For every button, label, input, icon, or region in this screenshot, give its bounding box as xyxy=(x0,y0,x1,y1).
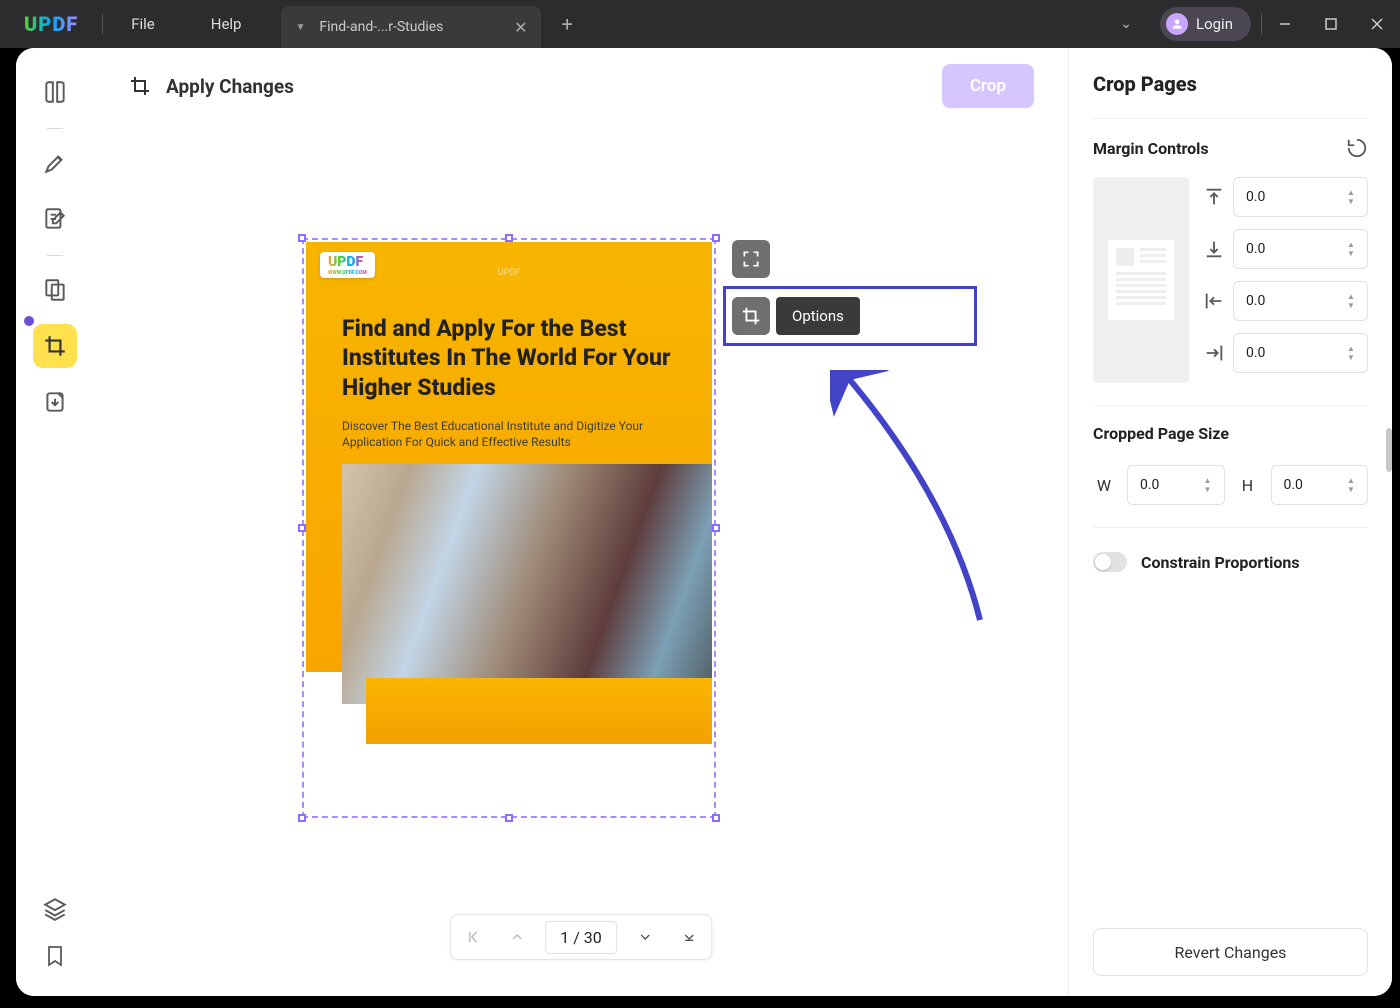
login-button[interactable]: Login xyxy=(1160,7,1251,41)
crop-button[interactable]: Crop xyxy=(942,64,1034,108)
crop-handle-b[interactable] xyxy=(505,814,513,822)
width-label: W xyxy=(1093,476,1115,495)
separator xyxy=(1093,527,1368,528)
first-page-button[interactable] xyxy=(451,914,495,960)
height-input[interactable]: 0.0▲▼ xyxy=(1271,465,1369,505)
crop-handle-tr[interactable] xyxy=(712,234,720,242)
crop-handle-br[interactable] xyxy=(712,814,720,822)
total-pages: 30 xyxy=(584,928,602,947)
margin-left-input[interactable]: 0.0▲▼ xyxy=(1233,281,1368,321)
doc-logo: UPDF WWW.UPDF.COM xyxy=(320,252,375,278)
margin-preview xyxy=(1093,177,1189,383)
window-close-icon[interactable] xyxy=(1354,0,1400,48)
margin-right-icon xyxy=(1203,342,1225,364)
crop-handle-tl[interactable] xyxy=(298,234,306,242)
cropped-size-label: Cropped Page Size xyxy=(1093,424,1368,443)
crop-options-button[interactable] xyxy=(732,297,770,335)
window-minimize-icon[interactable] xyxy=(1262,0,1308,48)
avatar-icon xyxy=(1166,13,1188,35)
edit-tool[interactable] xyxy=(33,197,77,241)
bookmark-icon[interactable] xyxy=(43,944,67,972)
last-page-button[interactable] xyxy=(667,914,711,960)
doc-brand-watermark: UPDF xyxy=(498,268,520,278)
margin-top-input[interactable]: 0.0▲▼ xyxy=(1233,177,1368,217)
tab-dropdown-icon[interactable]: ▼ xyxy=(295,22,305,33)
separator xyxy=(47,128,63,129)
current-page: 1 xyxy=(560,928,569,947)
constrain-proportions-toggle[interactable] xyxy=(1093,552,1127,572)
page-tool[interactable] xyxy=(33,380,77,424)
layers-icon[interactable] xyxy=(42,896,68,926)
tab-close-icon[interactable]: ✕ xyxy=(514,18,527,37)
margin-bottom-icon xyxy=(1203,238,1225,260)
left-toolbar xyxy=(16,48,94,996)
next-page-button[interactable] xyxy=(623,914,667,960)
document-page: UPDF WWW.UPDF.COM UPDF Find and Apply Fo… xyxy=(306,242,712,814)
doc-hero-image xyxy=(342,464,712,704)
margin-right-input[interactable]: 0.0▲▼ xyxy=(1233,333,1368,373)
options-tooltip: Options xyxy=(776,297,860,335)
page-navigator: 1 / 30 xyxy=(450,914,712,960)
height-label: H xyxy=(1237,476,1259,495)
doc-subtitle: Discover The Best Educational Institute … xyxy=(342,418,662,450)
constrain-label: Constrain Proportions xyxy=(1141,553,1300,572)
width-input[interactable]: 0.0▲▼ xyxy=(1127,465,1225,505)
highlight-tool[interactable] xyxy=(33,141,77,185)
new-tab-button[interactable]: + xyxy=(541,12,592,36)
window-menu-chevron-icon[interactable]: ⌄ xyxy=(1102,16,1150,32)
app-logo: UPDF xyxy=(0,12,102,36)
page-number-display[interactable]: 1 / 30 xyxy=(545,921,617,954)
crop-handle-r[interactable] xyxy=(712,524,720,532)
separator xyxy=(1093,405,1368,406)
menu-file[interactable]: File xyxy=(103,15,183,33)
fullscreen-button[interactable] xyxy=(732,240,770,278)
crop-pages-panel: Crop Pages Margin Controls 0.0▲▼ xyxy=(1068,48,1392,996)
annotation-arrow xyxy=(830,370,1000,630)
panel-scrollbar[interactable] xyxy=(1384,48,1392,996)
crop-selection[interactable]: UPDF WWW.UPDF.COM UPDF Find and Apply Fo… xyxy=(302,238,716,818)
separator xyxy=(47,255,63,256)
crop-tool[interactable] xyxy=(33,324,77,368)
crop-handle-bl[interactable] xyxy=(298,814,306,822)
menu-help[interactable]: Help xyxy=(183,15,270,33)
crop-header-icon xyxy=(128,74,152,98)
login-label: Login xyxy=(1196,15,1233,33)
document-tab[interactable]: ▼ Find-and-...r-Studies ✕ xyxy=(281,6,541,48)
prev-page-button[interactable] xyxy=(495,914,539,960)
margin-bottom-input[interactable]: 0.0▲▼ xyxy=(1233,229,1368,269)
main-canvas-area: Apply Changes Crop UPDF WWW.UPDF.COM UPD… xyxy=(94,48,1068,996)
organize-tool[interactable] xyxy=(33,268,77,312)
tab-title: Find-and-...r-Studies xyxy=(319,19,443,35)
reset-margins-icon[interactable] xyxy=(1346,137,1368,159)
tool-indicator-dot xyxy=(24,316,34,326)
panel-title: Crop Pages xyxy=(1093,72,1368,96)
window-maximize-icon[interactable] xyxy=(1308,0,1354,48)
crop-handle-t[interactable] xyxy=(505,234,513,242)
reader-tool[interactable] xyxy=(33,70,77,114)
revert-changes-button[interactable]: Revert Changes xyxy=(1093,928,1368,976)
margin-top-icon xyxy=(1203,186,1225,208)
options-highlight-annotation: Options xyxy=(723,286,977,346)
doc-title: Find and Apply For the Best Institutes I… xyxy=(342,314,682,402)
apply-changes-label: Apply Changes xyxy=(166,75,294,98)
margin-controls-label: Margin Controls xyxy=(1093,139,1209,158)
separator xyxy=(1093,118,1368,119)
margin-left-icon xyxy=(1203,290,1225,312)
crop-handle-l[interactable] xyxy=(298,524,306,532)
